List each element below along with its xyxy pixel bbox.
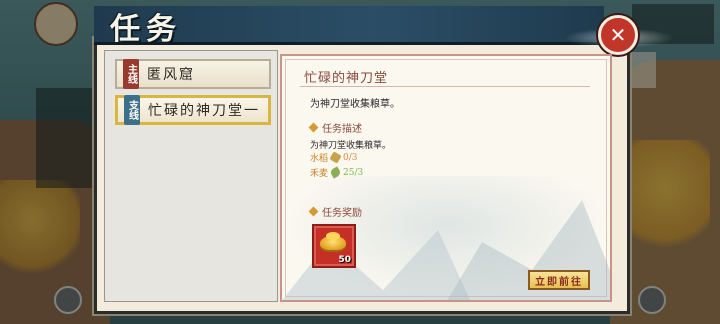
quest-tag-label: 支线 — [126, 100, 138, 120]
dialog-title: 任务 — [110, 12, 182, 47]
description-header: 任务描述 — [308, 120, 362, 135]
diamond-bullet-icon — [308, 206, 319, 217]
quest-description: 为神刀堂收集粮草。 — [310, 141, 392, 151]
quest-name: 忙碌的神刀堂一 — [148, 103, 260, 119]
diamond-bullet-icon — [308, 122, 319, 133]
title-divider — [300, 86, 590, 87]
quest-title: 忙碌的神刀堂 — [304, 71, 389, 86]
quest-name: 匿风窟 — [147, 67, 195, 83]
close-button[interactable]: ✕ — [598, 15, 638, 55]
requirement-name: 禾麦 — [310, 169, 329, 179]
reward-header-label: 任务奖励 — [322, 208, 362, 219]
quest-summary: 为神刀堂收集粮草。 — [310, 99, 400, 110]
quest-detail-panel: 忙碌的神刀堂 为神刀堂收集粮草。 任务描述 为神刀堂收集粮草。 水稻 0/3 禾… — [280, 54, 612, 302]
close-icon: ✕ — [609, 23, 627, 47]
requirement-progress: 25/3 — [343, 167, 364, 178]
quest-list-item[interactable]: 主线 匿风窟 — [115, 59, 271, 89]
reward-count: 50 — [338, 255, 351, 265]
requirement-row: 禾麦 25/3 — [310, 166, 363, 179]
quest-list: 主线 匿风窟 支线 忙碌的神刀堂一 — [104, 50, 278, 302]
description-header-label: 任务描述 — [322, 124, 362, 135]
quest-tag-side: 支线 — [124, 95, 140, 125]
wheat-icon — [329, 166, 342, 179]
quest-tag-label: 主线 — [125, 64, 137, 84]
reward-item[interactable]: 50 — [312, 224, 356, 268]
requirement-progress: 0/3 — [343, 152, 358, 163]
rice-icon — [329, 151, 342, 164]
requirement-row: 水稻 0/3 — [310, 151, 358, 164]
gold-ingot-top — [326, 232, 340, 240]
reward-header: 任务奖励 — [308, 204, 362, 219]
go-now-button[interactable]: 立即前往 — [528, 270, 590, 290]
quest-list-item-selected[interactable]: 支线 忙碌的神刀堂一 — [115, 95, 271, 125]
quest-tag-main: 主线 — [123, 59, 139, 89]
requirement-name: 水稻 — [310, 154, 329, 164]
